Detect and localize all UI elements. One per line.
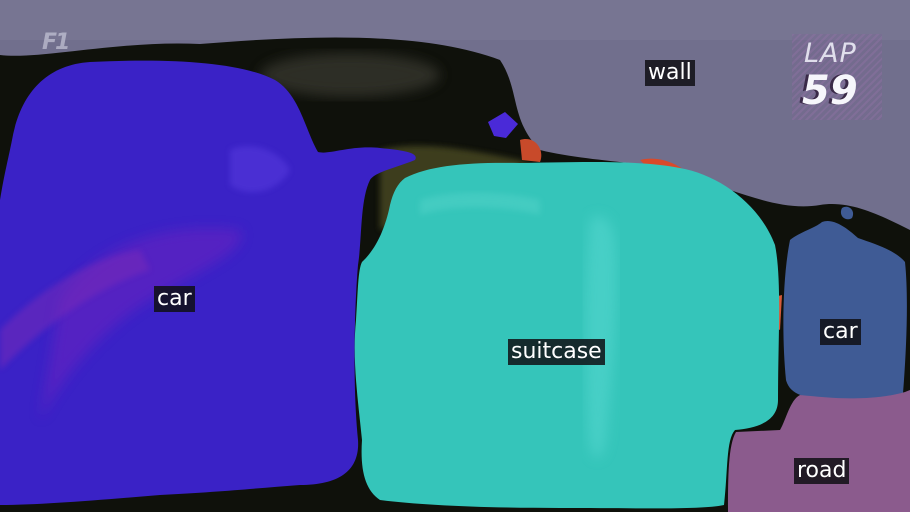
segment-label-road: road <box>794 458 850 484</box>
lap-counter-badge: LAP 59 <box>792 34 882 120</box>
f1-logo: F1 <box>42 30 70 55</box>
segment-label-wall: wall <box>645 60 695 86</box>
suitcase-mask <box>354 162 780 509</box>
segment-label-car-right: car <box>820 319 861 345</box>
lap-number: 59 <box>802 68 858 114</box>
segment-label-suitcase: suitcase <box>508 339 605 365</box>
segment-label-car-left: car <box>154 286 195 312</box>
lap-text: LAP <box>804 38 857 69</box>
segmentation-scene <box>0 0 910 512</box>
